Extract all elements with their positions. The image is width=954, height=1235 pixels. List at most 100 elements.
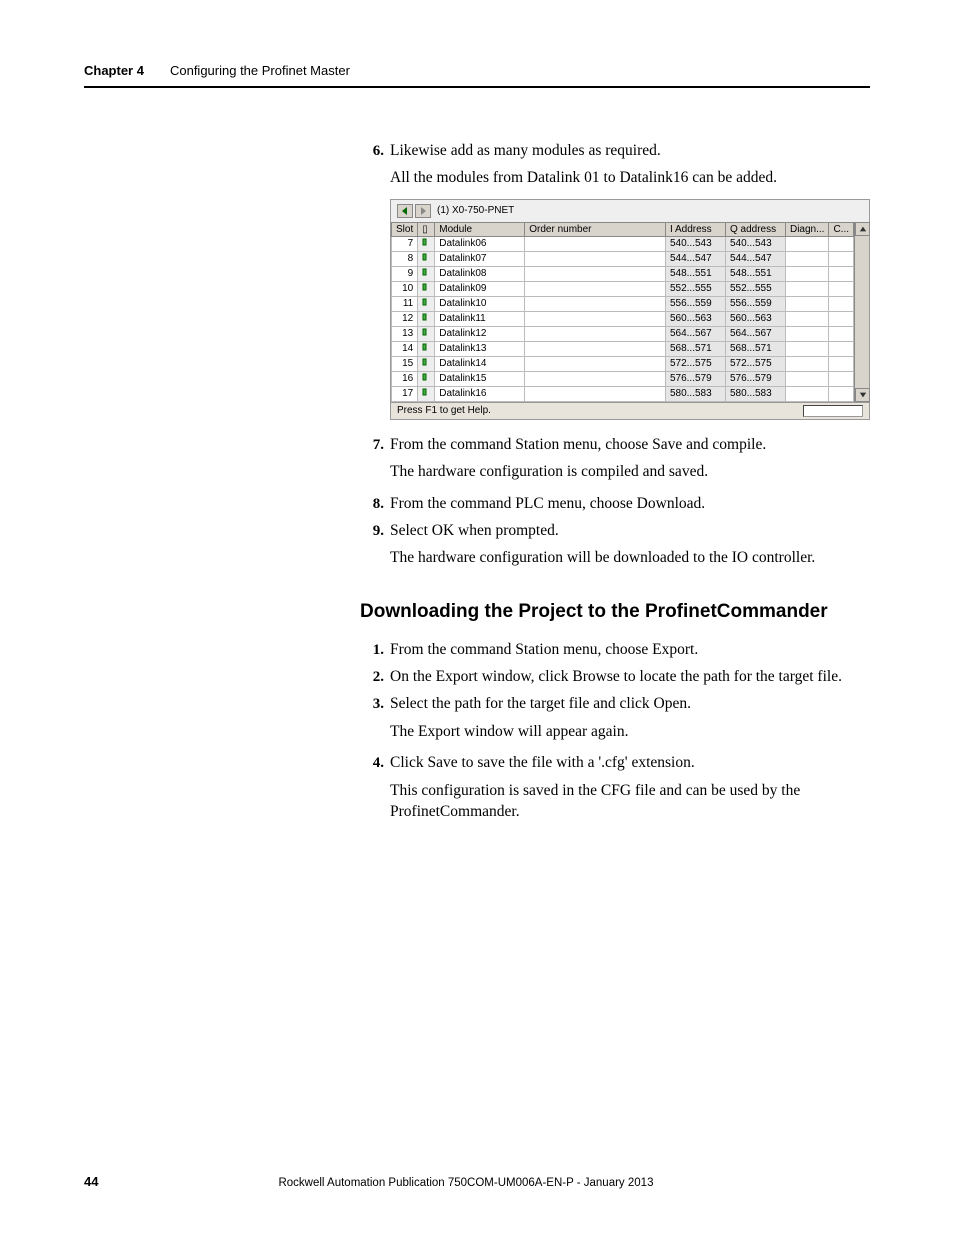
th-i-address[interactable]: I Address — [665, 222, 725, 236]
cell-q-address: 556...559 — [725, 296, 785, 311]
th-order-number[interactable]: Order number — [525, 222, 666, 236]
cell-i-address: 540...543 — [665, 236, 725, 251]
step-export-3-sub: The Export window will appear again. — [390, 721, 870, 742]
page-footer: 44 Rockwell Automation Publication 750CO… — [84, 1174, 870, 1189]
page-number: 44 — [84, 1174, 98, 1189]
cell-slot: 12 — [392, 311, 418, 326]
cell-module: Datalink12 — [435, 326, 525, 341]
status-bar: Press F1 to get Help. — [391, 402, 869, 419]
cell-module: Datalink13 — [435, 341, 525, 356]
table-row[interactable]: 16Datalink15576...579576...579 — [392, 371, 854, 386]
cell-c — [829, 311, 854, 326]
cell-diagn — [785, 311, 828, 326]
next-button[interactable] — [415, 204, 431, 218]
cell-c — [829, 251, 854, 266]
cell-q-address: 564...567 — [725, 326, 785, 341]
cell-icon — [418, 251, 435, 266]
cell-icon — [418, 326, 435, 341]
hw-config-screenshot: (1) X0-750-PNET Slot ▯ Module Order numb… — [390, 199, 870, 420]
vertical-scrollbar[interactable] — [854, 222, 869, 402]
cell-diagn — [785, 386, 828, 401]
step-number: 9. — [360, 523, 384, 540]
th-diagn[interactable]: Diagn... — [785, 222, 828, 236]
th-q-address[interactable]: Q address — [725, 222, 785, 236]
step-6: 6. Likewise add as many modules as requi… — [360, 140, 870, 161]
cell-module: Datalink09 — [435, 281, 525, 296]
th-icon[interactable]: ▯ — [418, 222, 435, 236]
cell-diagn — [785, 341, 828, 356]
step-export-3: 3. Select the path for the target file a… — [360, 693, 870, 714]
table-row[interactable]: 11Datalink10556...559556...559 — [392, 296, 854, 311]
table-row[interactable]: 17Datalink16580...583580...583 — [392, 386, 854, 401]
cell-c — [829, 371, 854, 386]
cell-order-number — [525, 311, 666, 326]
cell-icon — [418, 371, 435, 386]
cell-order-number — [525, 236, 666, 251]
cell-diagn — [785, 251, 828, 266]
step-number: 3. — [360, 696, 384, 713]
cell-diagn — [785, 326, 828, 341]
chapter-title: Configuring the Profinet Master — [170, 63, 350, 78]
cell-q-address: 580...583 — [725, 386, 785, 401]
cell-c — [829, 326, 854, 341]
table-row[interactable]: 15Datalink14572...575572...575 — [392, 356, 854, 371]
step-number: 4. — [360, 755, 384, 772]
table-row[interactable]: 14Datalink13568...571568...571 — [392, 341, 854, 356]
step-text: Select OK when prompted. — [390, 520, 559, 541]
module-table: Slot ▯ Module Order number I Address Q a… — [391, 222, 854, 402]
cell-i-address: 564...567 — [665, 326, 725, 341]
th-module[interactable]: Module — [435, 222, 525, 236]
cell-order-number — [525, 296, 666, 311]
cell-slot: 13 — [392, 326, 418, 341]
cell-slot: 16 — [392, 371, 418, 386]
cell-diagn — [785, 236, 828, 251]
cell-order-number — [525, 341, 666, 356]
cell-c — [829, 386, 854, 401]
cell-module: Datalink14 — [435, 356, 525, 371]
table-row[interactable]: 12Datalink11560...563560...563 — [392, 311, 854, 326]
table-row[interactable]: 8Datalink07544...547544...547 — [392, 251, 854, 266]
step-number: 8. — [360, 496, 384, 513]
step-7: 7. From the command Station menu, choose… — [360, 434, 870, 455]
th-slot[interactable]: Slot — [392, 222, 418, 236]
cell-order-number — [525, 251, 666, 266]
cell-module: Datalink11 — [435, 311, 525, 326]
cell-slot: 10 — [392, 281, 418, 296]
table-row[interactable]: 10Datalink09552...555552...555 — [392, 281, 854, 296]
cell-c — [829, 341, 854, 356]
cell-order-number — [525, 386, 666, 401]
cell-q-address: 576...579 — [725, 371, 785, 386]
cell-icon — [418, 296, 435, 311]
cell-q-address: 544...547 — [725, 251, 785, 266]
status-text: Press F1 to get Help. — [397, 405, 491, 417]
step-number: 1. — [360, 642, 384, 659]
table-row[interactable]: 13 Datalink12 564...567564...567 — [392, 326, 854, 341]
scroll-up-button[interactable] — [855, 222, 870, 236]
step-text: From the command PLC menu, choose Downlo… — [390, 493, 705, 514]
cell-icon — [418, 386, 435, 401]
cell-i-address: 544...547 — [665, 251, 725, 266]
step-export-2: 2. On the Export window, click Browse to… — [360, 666, 870, 687]
cell-icon — [418, 311, 435, 326]
cell-q-address: 568...571 — [725, 341, 785, 356]
cell-module: Datalink06 — [435, 236, 525, 251]
cell-q-address: 552...555 — [725, 281, 785, 296]
step-number: 2. — [360, 669, 384, 686]
cell-q-address: 548...551 — [725, 266, 785, 281]
table-row[interactable]: 9Datalink08548...551548...551 — [392, 266, 854, 281]
step-number: 6. — [360, 143, 384, 160]
cell-slot: 11 — [392, 296, 418, 311]
step-text: From the command Station menu, choose Ex… — [390, 639, 698, 660]
scroll-down-button[interactable] — [855, 388, 870, 402]
step-text: From the command Station menu, choose Sa… — [390, 434, 766, 455]
chapter-label: Chapter 4 — [84, 63, 144, 78]
status-box — [803, 405, 863, 417]
cell-order-number — [525, 356, 666, 371]
prev-button[interactable] — [397, 204, 413, 218]
table-row[interactable]: 7Datalink06540...543540...543 — [392, 236, 854, 251]
th-c[interactable]: C... — [829, 222, 854, 236]
cell-i-address: 572...575 — [665, 356, 725, 371]
cell-icon — [418, 281, 435, 296]
cell-icon — [418, 356, 435, 371]
cell-slot: 14 — [392, 341, 418, 356]
